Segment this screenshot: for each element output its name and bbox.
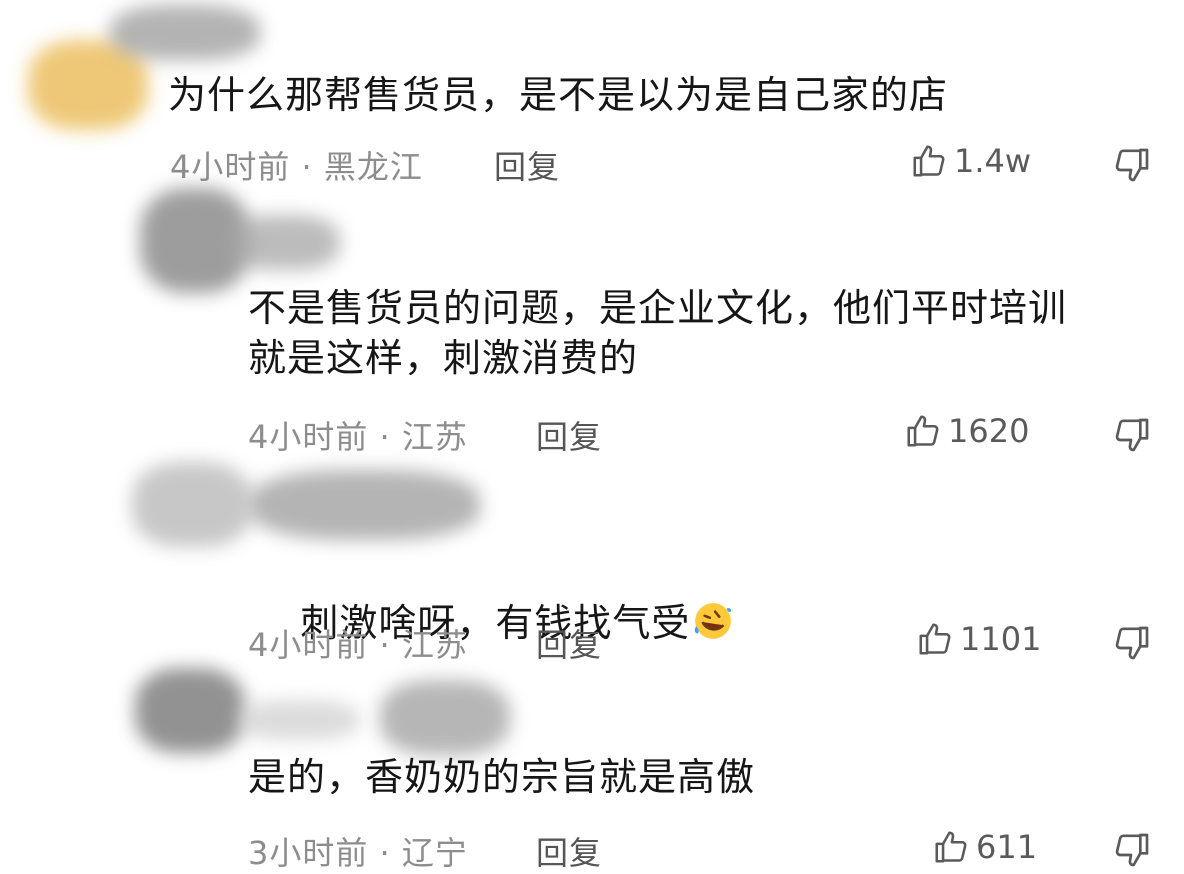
- comment-meta: 3小时前 · 辽宁: [248, 834, 468, 872]
- dislike-button[interactable]: [1112, 830, 1152, 870]
- comment-item: 为什么那帮售货员，是不是以为是自己家的店 4小时前 · 黑龙江 回复 1.4w: [0, 0, 1184, 200]
- like-count: 1620: [948, 412, 1030, 450]
- dislike-button[interactable]: [1112, 145, 1152, 185]
- like-button[interactable]: 1620: [904, 412, 1029, 450]
- thumbs-up-icon: [919, 623, 951, 655]
- like-button[interactable]: 1.4w: [910, 142, 1031, 180]
- reply-button[interactable]: 回复: [536, 620, 602, 666]
- like-button[interactable]: 611: [932, 828, 1037, 866]
- rofl-emoji: [695, 603, 732, 639]
- thumbs-up-icon: [935, 831, 967, 863]
- like-button[interactable]: 1101: [916, 620, 1041, 658]
- comment-meta: 4小时前 · 江苏: [248, 418, 468, 456]
- thumbs-down-icon: [1115, 626, 1149, 660]
- like-count: 1.4w: [954, 142, 1032, 180]
- reply-button[interactable]: 回复: [536, 828, 602, 874]
- thumbs-up-icon: [913, 145, 945, 177]
- thumbs-down-icon: [1115, 418, 1149, 452]
- like-count: 611: [976, 828, 1038, 866]
- comment-meta: 4小时前 · 江苏: [248, 626, 468, 664]
- thumbs-down-icon: [1115, 833, 1149, 867]
- dislike-button[interactable]: [1112, 415, 1152, 455]
- comment-meta: 4小时前 · 黑龙江: [170, 148, 423, 186]
- comment-text: 是的，香奶奶的宗旨就是高傲: [248, 755, 756, 799]
- comment-text: 为什么那帮售货员，是不是以为是自己家的店: [168, 73, 949, 117]
- thumbs-up-icon: [907, 415, 939, 447]
- like-count: 1101: [960, 620, 1042, 658]
- reply-button[interactable]: 回复: [494, 142, 560, 188]
- reply-button[interactable]: 回复: [536, 412, 602, 458]
- dislike-button[interactable]: [1112, 623, 1152, 663]
- comment-text: 不是售货员的问题，是企业文化，他们平时培训 就是这样，刺激消费的: [248, 286, 1068, 380]
- thumbs-down-icon: [1115, 148, 1149, 182]
